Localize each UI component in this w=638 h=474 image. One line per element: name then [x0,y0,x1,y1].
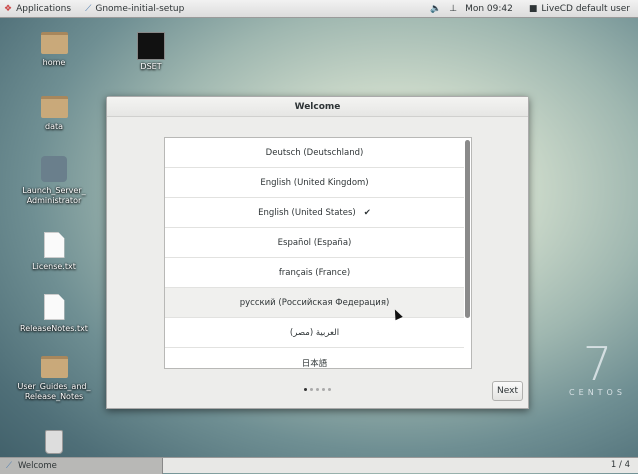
volume-icon[interactable]: 🔈 [426,4,445,14]
user-menu[interactable]: ■ LiveCD default user [525,4,634,14]
language-item-ja[interactable]: 日本語 [165,348,464,369]
dset-app-icon [137,32,165,60]
folder-icon [40,356,68,378]
desktop-icon-trash[interactable] [14,430,94,454]
text-file-icon [43,294,65,320]
language-item-es[interactable]: Español (España) [165,228,464,258]
server-admin-icon [41,156,67,182]
language-item-de[interactable]: Deutsch (Deutschland) [165,138,464,168]
desktop-icon-launch-server[interactable]: Launch_Server_ Administrator [14,156,94,206]
centos-branding: 7 CENTOS [569,337,626,397]
desktop-icon-data[interactable]: data [14,96,94,132]
page-dot [322,388,325,391]
bottom-panel: ⟋ Welcome 1 / 4 [0,457,638,474]
language-item-ar[interactable]: العربية (مصر) [165,318,464,348]
workspace-switcher[interactable]: 1 / 4 [611,460,630,470]
desktop-icon-dset[interactable]: DSET [111,32,191,72]
gnome-foot-icon: ❖ [4,3,13,14]
network-icon[interactable]: ⊥ [445,4,461,14]
chat-icon: ■ [528,3,538,14]
dialog-title: Welcome [107,97,528,117]
clock[interactable]: Mon 09:42 [461,4,517,14]
page-dot [328,388,331,391]
trash-icon [45,430,63,454]
home-folder-icon [40,32,68,54]
tools-icon: ⟋ [6,461,12,471]
language-list: Deutsch (Deutschland) English (United Ki… [164,137,472,369]
page-indicator [304,388,331,391]
applications-menu[interactable]: ❖ Applications [0,4,75,14]
top-panel: ❖ Applications ⟋ Gnome-initial-setup 🔈 ⊥ M… [0,0,638,18]
language-item-ru[interactable]: русский (Российская Федерация) [165,288,464,318]
scrollbar[interactable] [465,140,470,318]
next-button[interactable]: Next [492,381,523,401]
checkmark-icon: ✔ [363,207,371,218]
language-item-en-us[interactable]: English (United States) ✔ [165,198,464,228]
language-item-fr[interactable]: français (France) [165,258,464,288]
page-dot [316,388,319,391]
app-menu[interactable]: ⟋ Gnome-initial-setup [81,4,188,14]
welcome-dialog: Welcome Deutsch (Deutschland) English (U… [106,96,529,409]
desktop-icon-home[interactable]: home [14,32,94,68]
tools-icon: ⟋ [85,3,92,14]
page-dot [304,388,307,391]
folder-link-icon [40,96,68,118]
desktop-icon-user-guides[interactable]: User_Guides_and_ Release_Notes [14,356,94,402]
language-item-en-gb[interactable]: English (United Kingdom) [165,168,464,198]
text-file-icon [43,232,65,258]
desktop-icon-releasenotes[interactable]: ReleaseNotes.txt [14,294,94,334]
taskbar-item-welcome[interactable]: ⟋ Welcome [0,458,163,474]
desktop-icon-license[interactable]: License.txt [14,232,94,272]
page-dot [310,388,313,391]
